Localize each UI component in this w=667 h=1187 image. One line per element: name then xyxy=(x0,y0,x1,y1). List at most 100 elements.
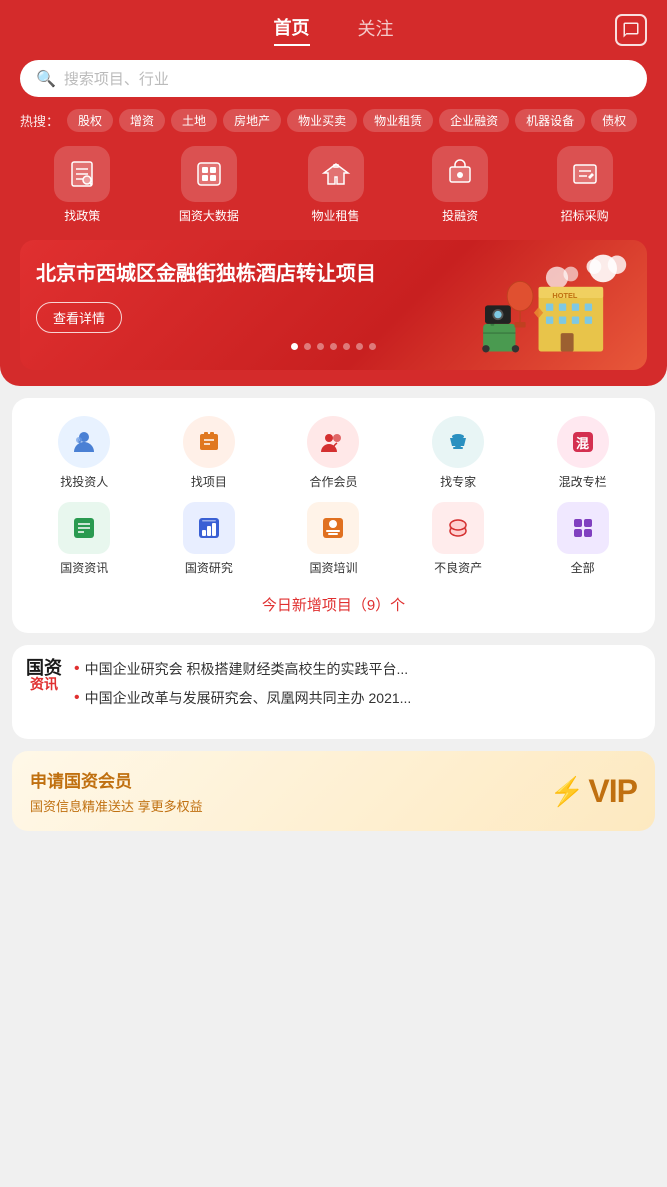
menu-investment[interactable]: 投融资 xyxy=(432,146,488,224)
nav-follow[interactable]: 关注 xyxy=(358,15,394,45)
state-asset-data-icon xyxy=(181,146,237,202)
vip-card[interactable]: 申请国资会员 国资信息精准送达 享更多权益 ⚡ VIP xyxy=(12,751,655,831)
hot-tag-4[interactable]: 物业买卖 xyxy=(287,109,357,132)
vip-subtitle: 国资信息精准送达 享更多权益 xyxy=(30,796,203,815)
menu-property-rent[interactable]: 物业租售 xyxy=(308,146,364,224)
nav-home[interactable]: 首页 xyxy=(274,14,310,46)
state-training-icon xyxy=(307,502,359,554)
banner-button[interactable]: 查看详情 xyxy=(36,302,122,333)
header-nav: 首页 关注 xyxy=(20,14,647,46)
news-dot-0: • xyxy=(74,660,80,678)
service-find-expert[interactable]: 找专家 xyxy=(428,416,488,490)
menu-state-asset-data[interactable]: 国资大数据 xyxy=(179,146,239,224)
search-bar[interactable]: 🔍 搜索项目、行业 xyxy=(20,60,647,97)
service-grid-row1: ¥ 找投资人 找项目 xyxy=(22,416,645,490)
find-investor-icon: ¥ xyxy=(58,416,110,468)
coop-member-icon xyxy=(307,416,359,468)
news-item-0[interactable]: 国资 资讯 • 中国企业研究会 积极搭建财经类高校生的实践平台... • 中国企… xyxy=(26,659,641,717)
top-icon-menu: 找政策 国资大数据 xyxy=(20,146,647,224)
property-rent-label: 物业租售 xyxy=(311,207,359,224)
news-card: 国资 资讯 • 中国企业研究会 积极搭建财经类高校生的实践平台... • 中国企… xyxy=(12,645,655,739)
service-mixed-reform[interactable]: 混 混改专栏 xyxy=(553,416,613,490)
header: 首页 关注 🔍 搜索项目、行业 热搜： 股权 增资 土地 房地产 物业买卖 物业… xyxy=(0,0,667,386)
find-project-label: 找项目 xyxy=(191,473,227,490)
hot-tag-6[interactable]: 企业融资 xyxy=(439,109,509,132)
service-coop-member[interactable]: 合作会员 xyxy=(303,416,363,490)
service-grid-row2: 国资资讯 国资研究 xyxy=(22,502,645,584)
procurement-label: 招标采购 xyxy=(561,207,609,224)
banner-illustration: HOTEL xyxy=(457,250,647,370)
find-expert-icon xyxy=(432,416,484,468)
service-state-research[interactable]: 国资研究 xyxy=(179,502,239,576)
coop-member-label: 合作会员 xyxy=(309,473,357,490)
bad-asset-icon xyxy=(432,502,484,554)
dot-5[interactable] xyxy=(356,343,363,350)
state-research-icon xyxy=(183,502,235,554)
find-policy-label: 找政策 xyxy=(64,207,100,224)
dot-0[interactable] xyxy=(291,343,298,350)
service-find-project[interactable]: 找项目 xyxy=(179,416,239,490)
hot-tag-5[interactable]: 物业租赁 xyxy=(363,109,433,132)
hot-tag-3[interactable]: 房地产 xyxy=(223,109,281,132)
hot-tag-7[interactable]: 机器设备 xyxy=(515,109,585,132)
bad-asset-label: 不良资产 xyxy=(434,559,482,576)
service-state-news[interactable]: 国资资讯 xyxy=(54,502,114,576)
service-find-investor[interactable]: ¥ 找投资人 xyxy=(54,416,114,490)
message-icon-button[interactable] xyxy=(615,14,647,46)
vip-info: 申请国资会员 国资信息精准送达 享更多权益 xyxy=(30,767,203,815)
dot-4[interactable] xyxy=(343,343,350,350)
services-card: ¥ 找投资人 找项目 xyxy=(12,398,655,633)
news-dot-1: • xyxy=(74,689,80,707)
state-asset-data-label: 国资大数据 xyxy=(179,207,239,224)
state-research-label: 国资研究 xyxy=(185,559,233,576)
vip-badge-area: ⚡ VIP xyxy=(550,773,637,810)
menu-find-policy[interactable]: 找政策 xyxy=(54,146,110,224)
news-text-1: 中国企业改革与发展研究会、凤凰网共同主办 2021... xyxy=(85,688,412,709)
state-news-label: 国资资讯 xyxy=(60,559,108,576)
search-placeholder: 搜索项目、行业 xyxy=(64,68,169,89)
service-bad-asset[interactable]: 不良资产 xyxy=(428,502,488,576)
news-item-row-1[interactable]: • 中国企业改革与发展研究会、凤凰网共同主办 2021... xyxy=(74,688,641,709)
find-project-icon xyxy=(183,416,235,468)
investment-label: 投融资 xyxy=(442,207,478,224)
today-new-label: 今日新增项目（9）个 xyxy=(22,584,645,623)
find-investor-label: 找投资人 xyxy=(60,473,108,490)
vip-lightning-icon: ⚡ xyxy=(550,775,585,808)
message-icon xyxy=(622,21,640,39)
all-label: 全部 xyxy=(571,559,595,576)
state-news-icon xyxy=(58,502,110,554)
main-content: ¥ 找投资人 找项目 xyxy=(0,386,667,843)
service-all[interactable]: 全部 xyxy=(553,502,613,576)
dot-6[interactable] xyxy=(369,343,376,350)
dot-1[interactable] xyxy=(304,343,311,350)
news-badge-bot: 资讯 xyxy=(30,677,58,691)
svg-text:混: 混 xyxy=(576,436,589,451)
svg-text:HOTEL: HOTEL xyxy=(552,291,577,300)
mixed-reform-label: 混改专栏 xyxy=(559,473,607,490)
hot-tag-2[interactable]: 土地 xyxy=(171,109,217,132)
news-badge-top: 国资 xyxy=(26,659,62,677)
dot-2[interactable] xyxy=(317,343,324,350)
hot-search-area: 热搜： 股权 增资 土地 房地产 物业买卖 物业租赁 企业融资 机器设备 债权 xyxy=(20,109,647,132)
menu-procurement[interactable]: 招标采购 xyxy=(557,146,613,224)
hot-label: 热搜： xyxy=(20,111,59,130)
service-state-training[interactable]: 国资培训 xyxy=(303,502,363,576)
investment-icon xyxy=(432,146,488,202)
banner-title: 北京市西城区金融街独栋酒店转让项目 xyxy=(36,260,393,288)
news-text-0: 中国企业研究会 积极搭建财经类高校生的实践平台... xyxy=(85,659,409,680)
state-training-label: 国资培训 xyxy=(309,559,357,576)
hot-tag-1[interactable]: 增资 xyxy=(119,109,165,132)
hot-tag-0[interactable]: 股权 xyxy=(67,109,113,132)
news-item-row-0[interactable]: • 中国企业研究会 积极搭建财经类高校生的实践平台... xyxy=(74,659,641,680)
dot-3[interactable] xyxy=(330,343,337,350)
property-rent-icon xyxy=(308,146,364,202)
hot-tag-8[interactable]: 债权 xyxy=(591,109,637,132)
all-icon xyxy=(557,502,609,554)
news-badge: 国资 资讯 xyxy=(26,659,62,691)
vip-badge-text: VIP xyxy=(588,773,637,810)
search-icon: 🔍 xyxy=(36,69,56,89)
find-expert-label: 找专家 xyxy=(440,473,476,490)
vip-title: 申请国资会员 xyxy=(30,767,203,792)
banner: 北京市西城区金融街独栋酒店转让项目 查看详情 HOTEL xyxy=(20,240,647,370)
mixed-reform-icon: 混 xyxy=(557,416,609,468)
